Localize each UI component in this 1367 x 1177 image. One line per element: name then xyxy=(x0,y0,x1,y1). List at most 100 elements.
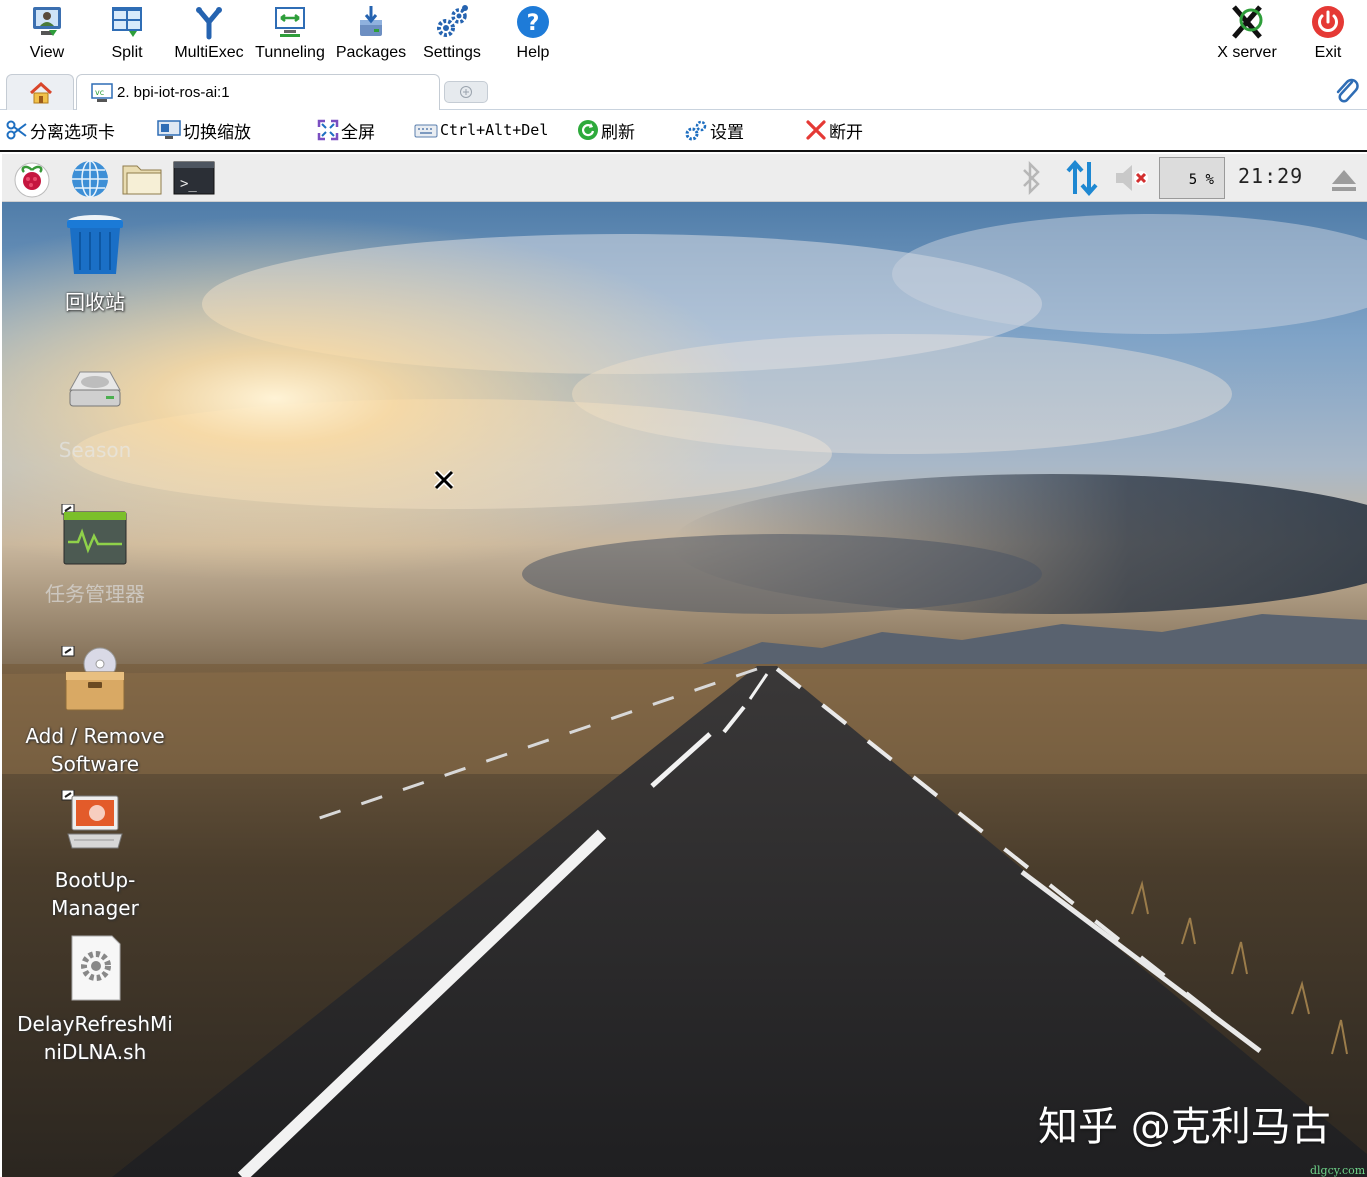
watermark-text: 知乎 @克利马古 xyxy=(1038,1104,1331,1150)
scissors-icon xyxy=(6,120,27,140)
fullscreen-icon xyxy=(317,119,339,141)
network-icon[interactable] xyxy=(1060,158,1104,198)
terminal-icon[interactable]: >_ xyxy=(172,158,216,198)
new-tab-button[interactable] xyxy=(444,81,488,103)
view-label: View xyxy=(29,44,65,61)
eject-icon[interactable] xyxy=(1322,158,1366,198)
desktop-icon-label: 回收站 xyxy=(65,290,125,314)
session-settings-label: 设置 xyxy=(710,122,744,143)
toggle-zoom-label: 切换缩放 xyxy=(183,122,251,143)
fullscreen-label: 全屏 xyxy=(341,122,375,143)
refresh-icon xyxy=(578,120,598,140)
paperclip-icon[interactable] xyxy=(1334,76,1360,104)
packages-button[interactable]: Packages xyxy=(331,0,411,72)
remote-desktop[interactable]: >_ 5 % 21:29 回收站 Season 任务管理器 Add / Remo… xyxy=(2,154,1367,1177)
refresh-label: 刷新 xyxy=(601,122,635,143)
volume-muted-icon[interactable] xyxy=(1110,158,1154,198)
settings-icon xyxy=(685,120,707,141)
home-tab[interactable] xyxy=(6,74,74,111)
bluetooth-icon[interactable] xyxy=(1008,158,1052,198)
settings-label: Settings xyxy=(423,44,481,61)
x-cursor-icon xyxy=(433,469,455,491)
bootup-manager-icon xyxy=(61,789,123,849)
tunneling-label: Tunneling xyxy=(255,44,325,61)
multiexec-button[interactable]: MultiExec xyxy=(169,0,249,72)
plus-icon xyxy=(460,86,472,98)
view-icon xyxy=(33,7,61,36)
help-icon: ? xyxy=(517,6,549,38)
refresh-button[interactable]: 刷新 xyxy=(577,118,635,143)
desktop-icon-label-line2: Manager xyxy=(51,896,139,920)
x-server-icon xyxy=(1232,5,1263,39)
fullscreen-button[interactable]: 全屏 xyxy=(317,118,375,143)
script-file-icon xyxy=(71,935,121,1001)
split-label: Split xyxy=(111,44,143,61)
tunneling-icon xyxy=(275,7,305,37)
desktop-icon-add-remove-software[interactable]: Add / Remove Software xyxy=(10,645,180,778)
x-server-button[interactable]: X server xyxy=(1207,0,1287,72)
desktop-icon-label-line2: niDLNA.sh xyxy=(43,1040,147,1064)
desktop-icon-label: 任务管理器 xyxy=(45,582,145,606)
desktop-icon-label-line1: BootUp- xyxy=(54,868,136,892)
x-server-label: X server xyxy=(1217,44,1277,61)
detach-tab-label: 分离选项卡 xyxy=(30,122,115,143)
power-icon xyxy=(1312,6,1344,38)
split-icon xyxy=(112,7,142,37)
ctrl-alt-del-label: Ctrl+Alt+Del xyxy=(440,121,549,139)
desktop-icon-script-file[interactable]: DelayRefreshMi niDLNA.sh xyxy=(10,934,180,1066)
desktop-icon-label: Season xyxy=(58,438,132,462)
multiexec-icon xyxy=(196,7,222,40)
task-manager-icon xyxy=(61,503,127,565)
packages-label: Packages xyxy=(335,44,407,61)
disconnect-icon xyxy=(806,120,826,140)
desktop-icon-bootup-manager[interactable]: BootUp- Manager xyxy=(10,789,180,922)
disconnect-button[interactable]: 断开 xyxy=(805,118,863,143)
desktop-icon-label-line1: Add / Remove xyxy=(25,724,165,748)
exit-label: Exit xyxy=(1314,44,1342,61)
main-toolbar: View Split MultiExec Tunneling Packages xyxy=(0,0,1367,72)
desktop-icon-label-line1: DelayRefreshMi xyxy=(17,1012,173,1036)
file-manager-icon[interactable] xyxy=(120,158,164,198)
home-icon xyxy=(29,82,53,104)
drive-icon xyxy=(69,371,121,407)
tunneling-button[interactable]: Tunneling xyxy=(250,0,330,72)
wallpaper-image xyxy=(2,154,1367,1177)
svg-text:vc: vc xyxy=(95,88,104,97)
tab-session[interactable]: vc 2. bpi-iot-ros-ai:1 xyxy=(76,74,440,112)
svg-text:>_: >_ xyxy=(180,176,197,192)
ctrl-alt-del-button[interactable]: Ctrl+Alt+Del xyxy=(414,118,548,142)
tab-title: 2. bpi-iot-ros-ai:1 xyxy=(117,84,230,101)
package-installer-icon xyxy=(61,645,125,711)
help-label: Help xyxy=(516,44,550,61)
exit-button[interactable]: Exit xyxy=(1288,0,1367,72)
settings-icon xyxy=(437,5,468,37)
keyboard-icon xyxy=(414,124,438,138)
lxde-panel: >_ 5 % 21:29 xyxy=(2,154,1367,202)
svg-text:?: ? xyxy=(527,11,540,36)
watermark-small-text: dlgcy.com xyxy=(1310,1164,1366,1177)
monitor-icon xyxy=(157,120,181,139)
desktop-icon-task-manager[interactable]: 任务管理器 xyxy=(10,503,180,608)
settings-button[interactable]: Settings xyxy=(412,0,492,72)
detach-tab-button[interactable]: 分离选项卡 xyxy=(6,118,115,143)
view-button[interactable]: View xyxy=(7,0,87,72)
tab-strip: vc 2. bpi-iot-ros-ai:1 xyxy=(0,72,1367,112)
packages-icon xyxy=(360,6,382,36)
raspberry-menu-icon[interactable] xyxy=(10,158,54,198)
trash-icon xyxy=(67,215,123,274)
panel-clock[interactable]: 21:29 xyxy=(1238,164,1303,188)
session-toolbar: 分离选项卡 切换缩放 全屏 Ctrl+Alt+Del 刷新 设置 断开 xyxy=(0,110,1367,152)
vnc-icon: vc xyxy=(91,83,113,102)
split-button[interactable]: Split xyxy=(87,0,167,72)
cpu-monitor[interactable]: 5 % xyxy=(1159,157,1225,199)
web-browser-icon[interactable] xyxy=(68,158,112,198)
cpu-usage: 5 % xyxy=(1188,172,1214,188)
session-settings-button[interactable]: 设置 xyxy=(684,118,744,143)
help-button[interactable]: ? Help xyxy=(493,0,573,72)
desktop-icon-drive[interactable]: Season xyxy=(10,360,180,464)
desktop-icon-trash[interactable]: 回收站 xyxy=(10,212,180,316)
multiexec-label: MultiExec xyxy=(174,44,244,61)
toggle-zoom-button[interactable]: 切换缩放 xyxy=(157,118,251,143)
desktop-icon-label-line2: Software xyxy=(50,752,140,776)
disconnect-label: 断开 xyxy=(829,122,863,143)
